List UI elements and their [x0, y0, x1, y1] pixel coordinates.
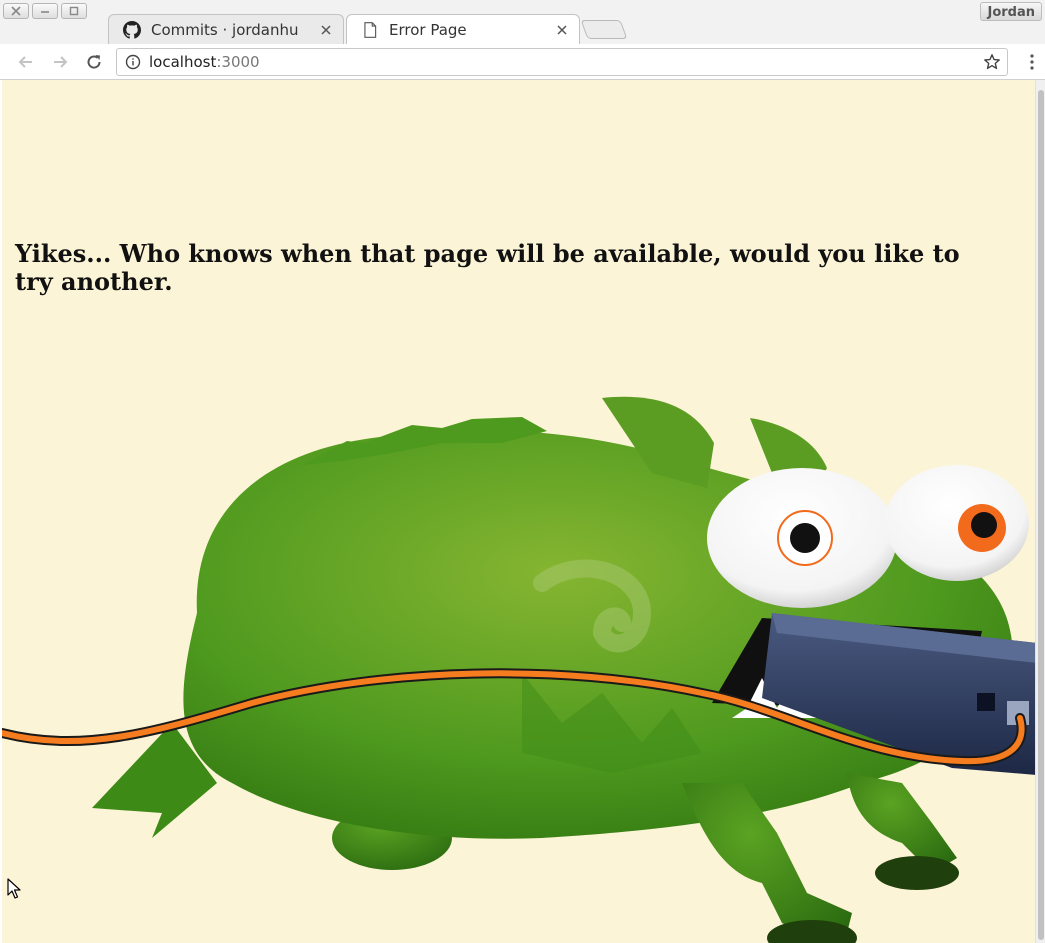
- github-icon: [123, 20, 141, 39]
- profile-button[interactable]: Jordan: [980, 2, 1042, 21]
- reload-icon[interactable]: [84, 52, 104, 72]
- tab-title: Commits · jordanhu: [151, 20, 299, 39]
- url-host: localhost: [149, 53, 217, 71]
- monster-foot: [875, 856, 959, 890]
- new-tab-button[interactable]: [580, 20, 628, 39]
- close-window-button[interactable]: [3, 3, 29, 19]
- maximize-icon: [69, 6, 79, 16]
- window-controls: [3, 3, 87, 19]
- vertical-scrollbar[interactable]: [1035, 80, 1045, 943]
- url-port: :3000: [216, 53, 260, 71]
- eye-pupil: [971, 512, 997, 538]
- title-bar: Commits · jordanhu Error Page Jordan: [0, 0, 1045, 44]
- tab-error-page[interactable]: Error Page: [346, 14, 580, 44]
- minimize-icon: [41, 11, 49, 13]
- page-viewport: Yikes... Who knows when that page will b…: [2, 80, 1035, 943]
- maximize-window-button[interactable]: [61, 3, 87, 19]
- forward-arrow-icon[interactable]: [50, 52, 70, 72]
- scrollbar-thumb[interactable]: [1038, 90, 1044, 940]
- close-tab-icon[interactable]: [319, 23, 333, 37]
- address-bar[interactable]: localhost:3000: [116, 48, 1008, 76]
- close-icon: [11, 6, 21, 16]
- monster-eye: [885, 465, 1029, 581]
- info-icon[interactable]: [125, 54, 141, 70]
- tab-title: Error Page: [389, 20, 467, 39]
- green-monster-illustration: [2, 396, 1035, 943]
- minimize-window-button[interactable]: [32, 3, 58, 19]
- tab-commits[interactable]: Commits · jordanhu: [108, 14, 344, 44]
- page-icon: [364, 21, 377, 38]
- browser-menu-icon[interactable]: [1030, 54, 1034, 70]
- plug-port: [977, 693, 995, 711]
- mouse-cursor-icon: [7, 878, 21, 899]
- back-arrow-icon[interactable]: [16, 52, 36, 72]
- bookmark-star-icon[interactable]: [983, 53, 1001, 71]
- page-heading: Yikes... Who knows when that page will b…: [15, 239, 960, 296]
- close-tab-icon[interactable]: [555, 23, 569, 37]
- eye-pupil: [790, 523, 820, 553]
- browser-toolbar: localhost:3000: [0, 44, 1045, 80]
